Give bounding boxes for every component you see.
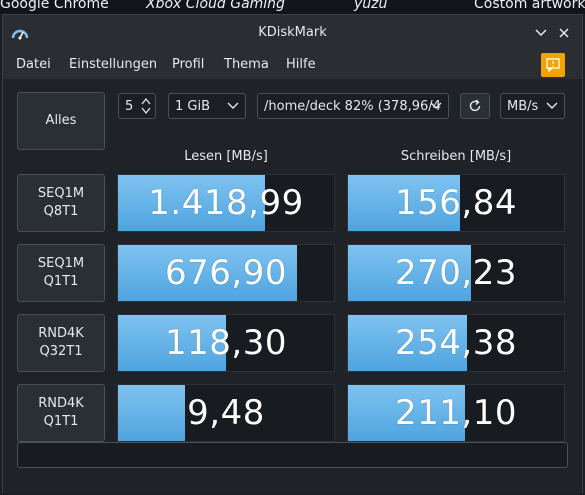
test-label-line2: Q32T1 <box>39 344 83 359</box>
chevron-down-icon <box>227 102 239 109</box>
chevron-down-icon <box>430 102 442 109</box>
write-result-value: 254,38 <box>395 323 517 363</box>
spin-arrows-icon[interactable] <box>141 97 151 115</box>
size-select[interactable]: 1 GiB <box>168 93 246 119</box>
menu-datei[interactable]: Datei <box>16 57 51 72</box>
menu-einstellungen[interactable]: Einstellungen <box>69 57 157 72</box>
refresh-icon <box>469 99 481 112</box>
notification-icon <box>546 58 560 72</box>
run-all-button[interactable]: Alles <box>17 92 105 150</box>
write-result-box: 211,10 <box>347 384 565 442</box>
test-button[interactable]: RND4K Q32T1 <box>17 314 105 372</box>
desktop-strip: Google Chrome Xbox Cloud Gaming yuzu Cos… <box>0 0 585 14</box>
close-icon <box>559 28 569 38</box>
desktop-label-xbox[interactable]: Xbox Cloud Gaming <box>146 0 285 12</box>
close-button[interactable] <box>554 23 574 43</box>
titlebar: KDiskMark <box>3 15 582 51</box>
target-path-select[interactable]: /home/deck 82% (378,96/4 <box>257 93 449 119</box>
notification-button[interactable] <box>541 53 565 77</box>
write-result-box: 254,38 <box>347 314 565 372</box>
test-button[interactable]: SEQ1M Q1T1 <box>17 244 105 302</box>
read-result-value: 9,48 <box>187 393 265 433</box>
benchmark-panel: Alles 5 1 GiB /home/deck 82% (378,96/4 M… <box>3 79 582 494</box>
write-result-box: 156,84 <box>347 174 565 232</box>
test-label-line2: Q1T1 <box>43 274 79 289</box>
read-result-value: 118,30 <box>165 323 287 363</box>
kdiskmark-window: KDiskMark Datei Einstellungen Profil The… <box>2 14 583 494</box>
test-label-line2: Q8T1 <box>43 204 79 219</box>
chevron-down-icon <box>535 29 547 37</box>
write-column-header: Schreiben [MB/s] <box>400 149 512 164</box>
read-result-box: 118,30 <box>117 314 335 372</box>
unit-select[interactable]: MB/s <box>500 93 565 119</box>
menubar: Datei Einstellungen Profil Thema Hilfe <box>3 51 582 79</box>
status-bar <box>17 442 568 468</box>
size-value: 1 GiB <box>175 98 211 114</box>
write-result-value: 270,23 <box>395 253 517 293</box>
test-button[interactable]: RND4K Q1T1 <box>17 384 105 442</box>
desktop-label-yuzu[interactable]: yuzu <box>354 0 387 12</box>
runs-value: 5 <box>125 98 134 114</box>
minimize-button[interactable] <box>531 23 551 43</box>
test-label-line1: SEQ1M <box>37 256 85 271</box>
test-button[interactable]: SEQ1M Q8T1 <box>17 174 105 232</box>
chevron-down-icon <box>546 102 558 109</box>
menu-hilfe[interactable]: Hilfe <box>286 57 316 72</box>
menu-thema[interactable]: Thema <box>224 57 269 72</box>
unit-value: MB/s <box>507 98 539 114</box>
test-label-line2: Q1T1 <box>43 414 79 429</box>
desktop-label-artwork[interactable]: Costom artwork <box>474 0 585 12</box>
test-label-line1: RND4K <box>38 326 84 341</box>
write-result-value: 156,84 <box>395 183 517 223</box>
runs-spinbox[interactable]: 5 <box>118 93 156 119</box>
read-result-value: 1.418,99 <box>148 183 304 223</box>
test-label-line1: SEQ1M <box>37 186 85 201</box>
desktop-label-chrome[interactable]: Google Chrome <box>0 0 109 12</box>
read-result-box: 676,90 <box>117 244 335 302</box>
refresh-button[interactable] <box>460 93 490 119</box>
window-title: KDiskMark <box>258 25 327 40</box>
read-column-header: Lesen [MB/s] <box>184 149 268 164</box>
test-label-line1: RND4K <box>38 396 84 411</box>
read-result-box: 1.418,99 <box>117 174 335 232</box>
target-path-value: /home/deck 82% (378,96/4 <box>264 98 441 114</box>
write-result-value: 211,10 <box>395 393 517 433</box>
read-result-box: 9,48 <box>117 384 335 442</box>
read-result-value: 676,90 <box>165 253 287 293</box>
menu-profil[interactable]: Profil <box>172 57 204 72</box>
write-result-box: 270,23 <box>347 244 565 302</box>
